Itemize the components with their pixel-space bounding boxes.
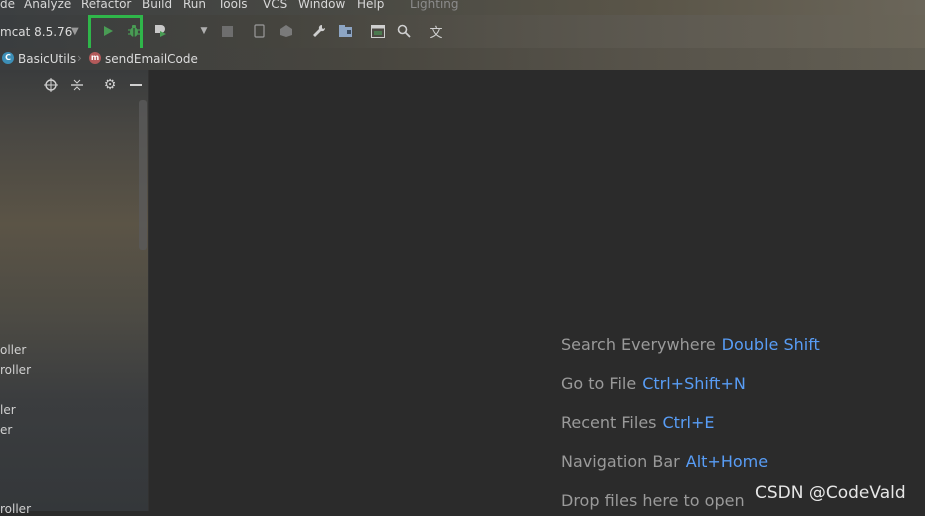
hint-shortcut: Ctrl+E: [662, 413, 715, 432]
tree-item[interactable]: er: [0, 423, 12, 437]
locate-file-icon[interactable]: [43, 77, 59, 93]
coverage-icon[interactable]: [152, 23, 168, 39]
hint-label: Recent Files: [561, 413, 657, 432]
hint-shortcut: Ctrl+Shift+N: [642, 374, 746, 393]
search-icon[interactable]: [396, 23, 412, 39]
method-icon: m: [89, 52, 101, 64]
terminal-icon[interactable]: [370, 23, 386, 39]
main-toolbar: mcat 8.5.76 ▼ ▼ 文: [0, 15, 925, 48]
gear-icon[interactable]: ⚙: [102, 77, 118, 93]
hint-drop-files: Drop files here to open: [561, 491, 745, 510]
wrench-icon[interactable]: [311, 23, 327, 39]
menu-tools[interactable]: Tools: [218, 0, 248, 10]
tree-item[interactable]: roller: [0, 502, 31, 516]
menu-analyze[interactable]: Analyze: [24, 0, 71, 10]
debug-icon[interactable]: [126, 23, 142, 39]
breadcrumb-method[interactable]: sendEmailCode: [105, 52, 198, 66]
translate-icon[interactable]: 文: [428, 23, 444, 41]
hint-label: Go to File: [561, 374, 637, 393]
hint-recent-files: Recent Files Ctrl+E: [561, 413, 714, 432]
tree-item[interactable]: oller: [0, 343, 26, 357]
project-panel-header: ⚙: [0, 70, 148, 100]
watermark: CSDN @CodeVald: [755, 483, 906, 503]
breadcrumb-separator-icon: ›: [77, 51, 82, 65]
menu-help[interactable]: Help: [357, 0, 384, 10]
menu-refactor[interactable]: Refactor: [81, 0, 131, 10]
tree-item[interactable]: roller: [0, 363, 31, 377]
hint-label: Search Everywhere: [561, 335, 716, 354]
hide-panel-icon[interactable]: [128, 77, 144, 93]
stop-icon[interactable]: [219, 23, 235, 39]
project-structure-icon[interactable]: [337, 23, 353, 39]
attach-icon[interactable]: [278, 23, 294, 39]
collapse-all-icon[interactable]: [69, 77, 85, 93]
hint-go-to-file: Go to File Ctrl+Shift+N: [561, 374, 746, 393]
project-panel-scrollbar[interactable]: [139, 100, 147, 250]
hint-navigation-bar: Navigation Bar Alt+Home: [561, 452, 768, 471]
breadcrumb: C BasicUtils › m sendEmailCode: [0, 48, 925, 70]
hint-shortcut: Alt+Home: [685, 452, 769, 471]
menu-code[interactable]: de: [0, 0, 15, 10]
menu-window[interactable]: Window: [298, 0, 345, 10]
class-icon: C: [2, 52, 14, 64]
run-configuration-selector[interactable]: mcat 8.5.76: [0, 25, 72, 39]
breadcrumb-class[interactable]: BasicUtils: [18, 52, 76, 66]
menu-run[interactable]: Run: [183, 0, 206, 10]
run-icon[interactable]: [100, 23, 116, 39]
menu-build[interactable]: Build: [142, 0, 172, 10]
menu-lighting[interactable]: Lighting: [410, 0, 459, 10]
editor-empty-area[interactable]: [149, 70, 925, 511]
tree-item[interactable]: ler: [0, 403, 16, 417]
chevron-down-icon[interactable]: ▼: [71, 26, 79, 37]
menu-bar: de Analyze Refactor Build Run Tools VCS …: [0, 0, 925, 15]
project-tool-window: ⚙ oller roller ler er roller: [0, 70, 149, 516]
hint-label: Drop files here to open: [561, 491, 745, 510]
device-icon[interactable]: [252, 23, 268, 39]
more-dropdown-icon[interactable]: ▼: [196, 23, 212, 39]
hint-search-everywhere: Search Everywhere Double Shift: [561, 335, 820, 354]
hint-shortcut: Double Shift: [721, 335, 820, 354]
menu-vcs[interactable]: VCS: [263, 0, 287, 10]
hint-label: Navigation Bar: [561, 452, 680, 471]
